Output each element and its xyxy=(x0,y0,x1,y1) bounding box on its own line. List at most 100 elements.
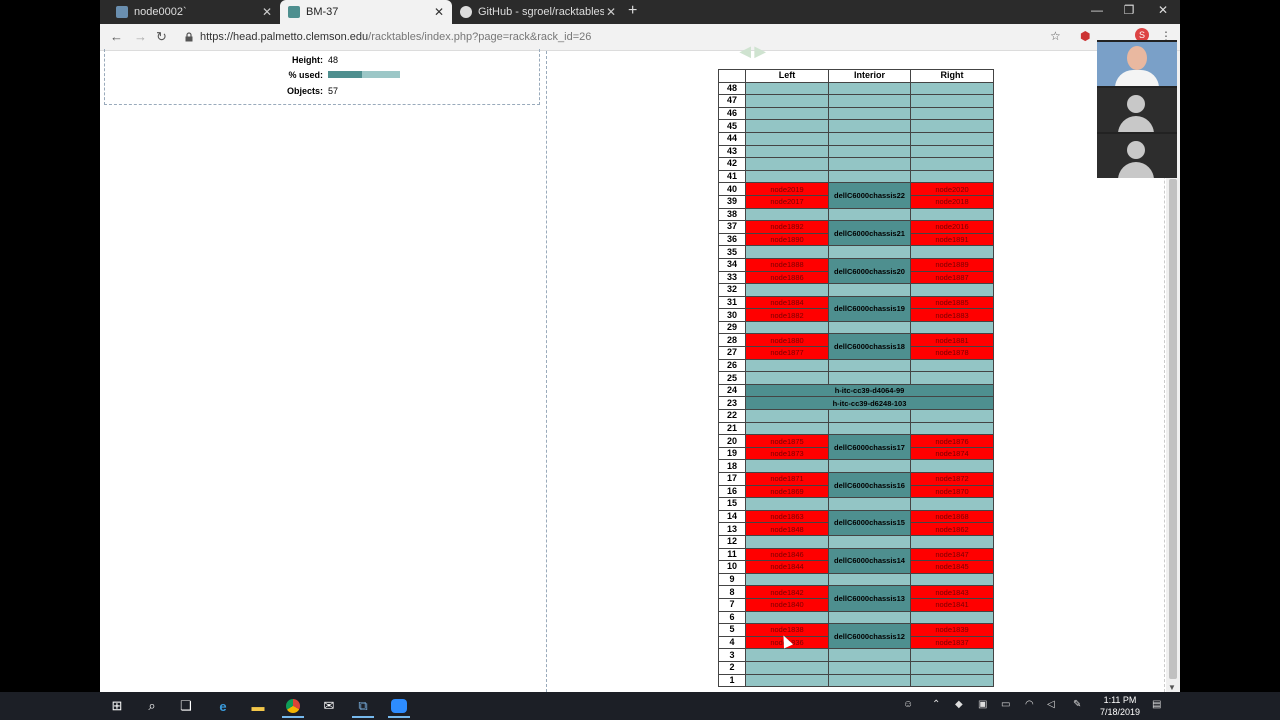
node-right[interactable]: node1841 xyxy=(910,597,994,612)
mail-icon[interactable]: ✉ xyxy=(318,696,340,716)
free-slot-interior[interactable] xyxy=(828,459,911,473)
free-slot-right[interactable] xyxy=(910,119,994,133)
reload-icon[interactable]: ↻ xyxy=(156,29,167,45)
free-slot-right[interactable] xyxy=(910,459,994,473)
node-left[interactable]: node1890 xyxy=(745,232,829,247)
node-right[interactable]: node1862 xyxy=(910,522,994,536)
wifi-icon[interactable]: ◠ xyxy=(1025,699,1034,710)
free-slot-left[interactable] xyxy=(745,144,829,159)
free-slot-left[interactable] xyxy=(745,534,829,549)
free-slot-left[interactable] xyxy=(745,119,829,133)
close-window-button[interactable]: ✕ xyxy=(1148,3,1178,17)
free-slot-right[interactable] xyxy=(910,610,994,625)
windows-start-icon[interactable]: ⊞ xyxy=(106,696,128,716)
back-icon[interactable]: ← xyxy=(110,29,123,44)
node-left[interactable]: node1892 xyxy=(745,220,829,234)
free-slot-right[interactable] xyxy=(910,673,994,688)
free-slot-left[interactable] xyxy=(745,648,829,662)
node-left[interactable]: node1871 xyxy=(745,472,829,486)
participant-avatar[interactable] xyxy=(1097,88,1177,132)
free-slot-right[interactable] xyxy=(910,131,994,146)
free-slot-interior[interactable] xyxy=(828,169,911,184)
free-slot-right[interactable] xyxy=(910,371,994,385)
free-slot-interior[interactable] xyxy=(828,534,911,549)
chassis-interior[interactable]: dellC6000chassis19 xyxy=(828,295,911,322)
node-right[interactable]: node1839 xyxy=(910,623,994,637)
free-slot-left[interactable] xyxy=(745,106,829,121)
dropbox-icon[interactable]: ◆ xyxy=(955,699,963,710)
node-left[interactable]: node2017 xyxy=(745,194,829,209)
chrome-icon[interactable] xyxy=(282,696,304,718)
free-slot-right[interactable] xyxy=(910,534,994,549)
free-slot-interior[interactable] xyxy=(828,119,911,133)
new-tab-button[interactable]: + xyxy=(628,2,637,20)
free-slot-right[interactable] xyxy=(910,106,994,121)
chassis-interior[interactable]: dellC6000chassis14 xyxy=(828,547,911,574)
free-slot-left[interactable] xyxy=(745,207,829,222)
free-slot-interior[interactable] xyxy=(828,106,911,121)
free-slot-left[interactable] xyxy=(745,660,829,675)
free-slot-interior[interactable] xyxy=(828,497,911,511)
tab-bm-37[interactable]: BM-37 ✕ xyxy=(280,0,452,24)
free-slot-left[interactable] xyxy=(745,81,829,96)
star-icon[interactable]: ☆ xyxy=(1050,29,1061,43)
pen-icon[interactable]: ✎ xyxy=(1073,699,1081,710)
free-slot-right[interactable] xyxy=(910,320,994,335)
free-slot-right[interactable] xyxy=(910,207,994,222)
free-slot-interior[interactable] xyxy=(828,207,911,222)
tab-node0002[interactable]: node0002` ✕ xyxy=(108,0,280,24)
free-slot-right[interactable] xyxy=(910,81,994,96)
free-slot-right[interactable] xyxy=(910,157,994,171)
node-right[interactable]: node1876 xyxy=(910,434,994,448)
free-slot-right[interactable] xyxy=(910,497,994,511)
chassis-interior[interactable]: dellC6000chassis16 xyxy=(828,471,911,499)
free-slot-interior[interactable] xyxy=(828,660,911,675)
free-slot-interior[interactable] xyxy=(828,648,911,662)
node-right[interactable]: node1883 xyxy=(910,308,994,322)
node-right[interactable]: node1878 xyxy=(910,346,994,360)
node-right[interactable]: node1868 xyxy=(910,509,994,524)
node-left[interactable]: node1877 xyxy=(745,346,829,360)
free-slot-left[interactable] xyxy=(745,358,829,373)
close-icon[interactable]: ✕ xyxy=(260,5,274,19)
free-slot-interior[interactable] xyxy=(828,673,911,688)
node-right[interactable]: node1847 xyxy=(910,547,994,562)
node-right[interactable]: node1885 xyxy=(910,295,994,310)
free-slot-interior[interactable] xyxy=(828,421,911,436)
people-icon[interactable]: ☺ xyxy=(903,699,913,710)
node-left[interactable]: node1880 xyxy=(745,333,829,348)
scroll-down-icon[interactable]: ▼ xyxy=(1168,683,1176,692)
battery-icon[interactable]: ▭ xyxy=(1001,699,1010,710)
close-icon[interactable]: ✕ xyxy=(432,5,446,19)
free-slot-left[interactable] xyxy=(745,169,829,184)
node-left[interactable]: node1882 xyxy=(745,308,829,322)
node-left[interactable]: node1888 xyxy=(745,257,829,272)
extension-icon[interactable]: ⬢ xyxy=(1080,29,1090,43)
node-left[interactable]: node1869 xyxy=(745,484,829,499)
chassis-interior[interactable]: dellC6000chassis13 xyxy=(828,585,911,612)
node-left[interactable]: node1884 xyxy=(745,295,829,310)
node-right[interactable]: node2020 xyxy=(910,182,994,196)
chassis-interior[interactable]: dellC6000chassis17 xyxy=(828,434,911,461)
network-app-icon[interactable]: ⧉ xyxy=(352,696,374,718)
participant-avatar[interactable] xyxy=(1097,134,1177,178)
free-slot-left[interactable] xyxy=(745,497,829,511)
free-slot-interior[interactable] xyxy=(828,81,911,96)
free-slot-left[interactable] xyxy=(745,610,829,625)
chevron-up-icon[interactable]: ⌃ xyxy=(932,699,940,710)
free-slot-left[interactable] xyxy=(745,459,829,473)
chassis-interior[interactable]: dellC6000chassis22 xyxy=(828,182,911,209)
participant-video[interactable] xyxy=(1097,42,1177,86)
free-slot-interior[interactable] xyxy=(828,245,911,259)
free-slot-left[interactable] xyxy=(745,157,829,171)
node-right[interactable]: node2018 xyxy=(910,194,994,209)
notifications-icon[interactable]: ▤ xyxy=(1152,699,1161,710)
free-slot-right[interactable] xyxy=(910,409,994,423)
free-slot-left[interactable] xyxy=(745,131,829,146)
free-slot-right[interactable] xyxy=(910,358,994,373)
nav-arrows[interactable]: ◀ ▶ xyxy=(740,43,765,60)
node-left[interactable]: node1886 xyxy=(745,270,829,285)
free-slot-right[interactable] xyxy=(910,144,994,159)
free-slot-interior[interactable] xyxy=(828,572,911,587)
node-left[interactable]: node1875 xyxy=(745,434,829,448)
